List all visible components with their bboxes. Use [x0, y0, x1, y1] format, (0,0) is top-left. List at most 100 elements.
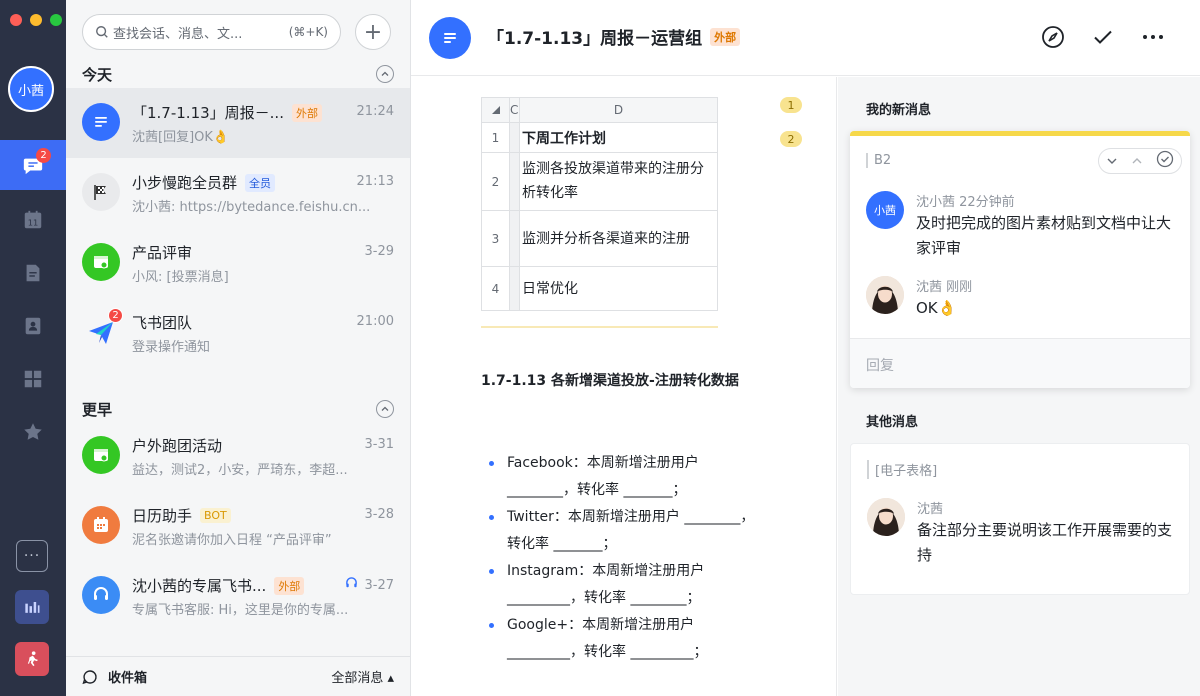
- comment-meta: 沈茜 刚刚: [916, 280, 973, 295]
- comment-count-bubble[interactable]: 2: [780, 131, 802, 147]
- comment-message: 小茜 沈小茜 22分钟前 及时把完成的图片素材贴到文档中让大家评审: [866, 191, 1176, 271]
- rail-contacts[interactable]: [0, 301, 66, 351]
- comment-controls: [1098, 148, 1182, 174]
- inbox-label: 收件箱: [108, 671, 148, 686]
- chat-item[interactable]: 日历助手 BOT 3-28 泥名张邀请你加入日程 “产品评审”: [66, 491, 410, 561]
- list-item: Instagram：本周新增注册用户 _________，转化率 _______…: [485, 558, 765, 612]
- row-number: 1: [482, 123, 510, 152]
- search-box[interactable]: 查找会话、消息、文... (⌘+K): [82, 14, 341, 50]
- create-button[interactable]: +: [355, 14, 391, 50]
- rail-docs[interactable]: [0, 248, 66, 298]
- done-button[interactable]: [1090, 24, 1116, 50]
- chat-item[interactable]: 沈小茜的专属飞书... 外部 3-27 专属飞书客服: Hi，这里是你的专属...: [66, 561, 410, 631]
- unread-badge: 2: [108, 308, 123, 323]
- sheet-cell[interactable]: 日常优化: [520, 267, 717, 310]
- zoom-window-button[interactable]: [50, 14, 62, 26]
- contacts-icon: [25, 317, 41, 335]
- sheet-corner: [482, 98, 510, 122]
- next-comment-button[interactable]: [1106, 152, 1118, 171]
- comment-body: 备注部分主要说明该工作开展需要的支持: [917, 521, 1173, 564]
- column-d-header[interactable]: D: [520, 98, 717, 122]
- chevron-down-icon: [1107, 158, 1117, 164]
- support-icon: [345, 577, 358, 594]
- more-button[interactable]: [1140, 24, 1166, 50]
- chat-name: 日历助手: [132, 507, 193, 525]
- chat-item[interactable]: 小步慢跑全员群 全员 21:13 沈小茜: https://bytedance.f…: [66, 158, 410, 228]
- user-avatar[interactable]: 小茜: [8, 66, 54, 112]
- more-apps-button[interactable]: ···: [16, 540, 48, 572]
- compass-icon: [1042, 26, 1064, 48]
- star-icon: [24, 423, 42, 440]
- chat-item[interactable]: 「1.7-1.13」周报－... 外部 21:24 沈茜[回复]OK👌: [66, 88, 410, 158]
- search-icon: [96, 26, 108, 38]
- chat-preview: 专属飞书客服: Hi，这里是你的专属...: [132, 603, 349, 618]
- close-window-button[interactable]: [10, 14, 22, 26]
- inbox-button[interactable]: 收件箱: [82, 667, 331, 686]
- all-members-tag: 全员: [245, 173, 276, 192]
- document-body: C D 1 下周工作计划 2 监测各投放渠道带来的注册分析转化率 3 监测并分析…: [411, 77, 837, 696]
- rail-messages[interactable]: 2: [0, 140, 66, 190]
- chat-list-panel: 查找会话、消息、文... (⌘+K) + 今天 「1.7-1.13」周报－...…: [66, 0, 411, 696]
- commenter-avatar: 小茜: [866, 191, 904, 229]
- comment-body: 及时把完成的图片素材贴到文档中让大家评审: [916, 214, 1172, 257]
- section-title: 今天: [82, 65, 113, 84]
- search-shortcut: (⌘+K): [288, 25, 328, 39]
- comment-reference: B2: [866, 153, 891, 168]
- list-footer: 收件箱 全部消息 ▴: [66, 656, 410, 696]
- chat-name: 飞书团队: [132, 314, 193, 332]
- more-icon: [1143, 35, 1163, 39]
- embedded-sheet[interactable]: C D 1 下周工作计划 2 监测各投放渠道带来的注册分析转化率 3 监测并分析…: [481, 97, 718, 311]
- doc-header: 「1.7-1.13」周报－运营组 外部: [411, 0, 1200, 76]
- sheet-row: 1 下周工作计划: [482, 122, 717, 152]
- compass-button[interactable]: [1040, 24, 1066, 50]
- chat-name: 「1.7-1.13」周报－...: [132, 104, 284, 122]
- rail-calendar[interactable]: 11: [0, 195, 66, 245]
- row-number: 2: [482, 153, 510, 210]
- comment-meta: 沈小茜 22分钟前: [916, 195, 1015, 210]
- chat-preview: 登录操作通知: [132, 340, 211, 355]
- collapse-icon[interactable]: [376, 65, 394, 83]
- chevron-up-icon: [1132, 157, 1142, 163]
- sheet-cell[interactable]: 下周工作计划: [520, 123, 717, 152]
- comment-body: OK👌: [916, 299, 957, 317]
- chat-name: 产品评审: [132, 244, 193, 262]
- unread-badge: 2: [36, 148, 51, 163]
- sheet-cell[interactable]: 监测各投放渠道带来的注册分析转化率: [520, 153, 717, 210]
- rail-app-running[interactable]: [15, 642, 49, 676]
- runner-icon: [27, 651, 38, 667]
- doc-icon: [429, 17, 471, 59]
- message-filter-dropdown[interactable]: 全部消息 ▴: [331, 667, 394, 686]
- sheet-cell[interactable]: 监测并分析各渠道来的注册: [520, 211, 717, 266]
- rail-workplace[interactable]: [0, 354, 66, 404]
- comment-highlight-rule: [481, 326, 718, 328]
- chat-item[interactable]: 户外跑团活动 3-31 益达，测试2，小安，严琦东，李超...: [66, 421, 410, 491]
- rail-favorites[interactable]: [0, 407, 66, 457]
- checkmark-icon: [1094, 30, 1112, 44]
- minimize-window-button[interactable]: [30, 14, 42, 26]
- chat-time: 3-31: [364, 437, 394, 452]
- plus-icon: +: [363, 19, 383, 45]
- rail-app-analytics[interactable]: [15, 590, 49, 624]
- window-controls: [10, 14, 62, 26]
- reply-input[interactable]: 回复: [850, 338, 1190, 388]
- other-messages-label: 其他消息: [866, 415, 919, 430]
- row-number: 3: [482, 211, 510, 266]
- collapse-icon[interactable]: [376, 400, 394, 418]
- doc-chat-icon: [82, 103, 120, 141]
- resolve-comment-button[interactable]: [1156, 150, 1174, 172]
- grid-icon: [24, 370, 42, 388]
- comment-count-bubble[interactable]: 1: [780, 97, 802, 113]
- comment-message: 沈茜 刚刚 OK👌: [866, 276, 1176, 326]
- row-number: 4: [482, 267, 510, 310]
- document-icon: [26, 264, 40, 282]
- column-c-header[interactable]: C: [510, 98, 520, 122]
- list-item: Facebook：本周新增注册用户 ________，转化率 _______；: [485, 450, 765, 504]
- chat-item[interactable]: 2 飞书团队 21:00 登录操作通知: [66, 298, 410, 368]
- chat-item[interactable]: 产品评审 3-29 小风: [投票消息]: [66, 228, 410, 298]
- chat-time: 3-27: [364, 578, 394, 593]
- my-new-messages-label: 我的新消息: [866, 103, 932, 118]
- chat-preview: 沈小茜: https://bytedance.feishu.cn...: [132, 200, 371, 215]
- comment-card[interactable]: [电子表格] 沈茜 备注部分主要说明该工作开展需要的支持: [850, 443, 1190, 595]
- comment-card-active[interactable]: B2 小茜 沈小茜 22分钟前 及时把完成的图片素材贴到文档中让大家评审 沈茜 …: [850, 131, 1190, 388]
- previous-comment-button[interactable]: [1131, 152, 1143, 171]
